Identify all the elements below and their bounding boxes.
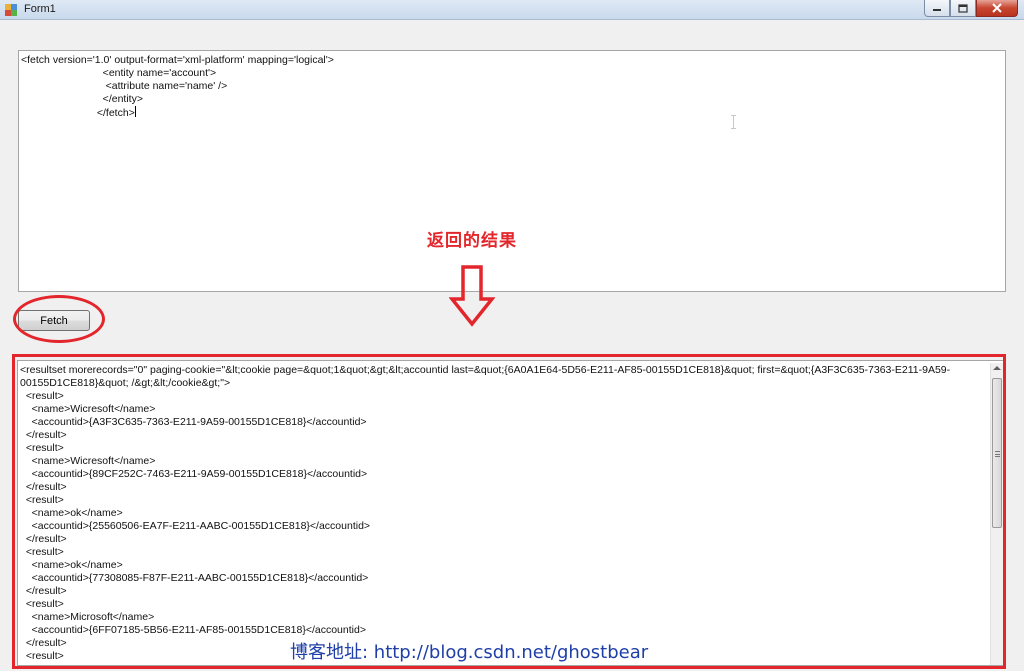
query-line: <fetch version='1.0' output-format='xml-… (21, 54, 334, 66)
query-line: </fetch> (21, 106, 136, 119)
result-line: <accountid>{6FF07185-5B56-E211-AF85-0015… (20, 624, 366, 636)
result-line: <name>ok</name> (20, 507, 123, 519)
result-line: </result> (20, 533, 67, 545)
window-controls (924, 0, 1018, 18)
result-line: <result> (20, 546, 64, 558)
scroll-thumb[interactable] (992, 378, 1002, 528)
result-line: <result> (20, 598, 64, 610)
result-line: 00155D1CE818}&quot; /&gt;&lt;/cookie&gt;… (20, 377, 231, 389)
fetch-button[interactable]: Fetch (18, 310, 90, 331)
blog-watermark: 博客地址: http://blog.csdn.net/ghostbear (290, 642, 649, 663)
app-icon (5, 4, 17, 16)
scroll-up-arrow-icon[interactable] (993, 366, 1001, 370)
ibeam-cursor-icon (731, 115, 736, 129)
minimize-icon (933, 9, 941, 11)
result-line: <accountid>{77308085-F87F-E211-AABC-0015… (20, 572, 369, 584)
result-line: <result> (20, 442, 64, 454)
query-line: <attribute name='name' /> (21, 80, 228, 92)
result-line: <name>ok</name> (20, 559, 123, 571)
text-caret-icon (134, 106, 136, 117)
result-vertical-scrollbar[interactable] (990, 363, 1003, 665)
scroll-grip-icon (995, 451, 1000, 457)
result-line: <accountid>{89CF252C-7463-E211-9A59-0015… (20, 468, 368, 480)
title-bar[interactable]: Form1 (0, 0, 1024, 20)
result-line: </result> (20, 481, 67, 493)
window-title: Form1 (24, 3, 56, 15)
fetchxml-query-textbox[interactable]: <fetch version='1.0' output-format='xml-… (18, 50, 1006, 292)
result-line: <result> (20, 390, 64, 402)
down-arrow-icon (449, 265, 495, 327)
query-text: <fetch version='1.0' output-format='xml-… (21, 54, 1003, 120)
result-line: <name>Wicresoft</name> (20, 455, 156, 467)
query-line: <entity name='account'> (21, 67, 217, 79)
result-line: <result> (20, 494, 64, 506)
result-line: </result> (20, 585, 67, 597)
annotation-label: 返回的结果 (427, 231, 517, 251)
query-line: </entity> (21, 93, 143, 105)
minimize-button[interactable] (924, 0, 950, 17)
maximize-button[interactable] (950, 0, 976, 17)
result-line: <resultset morerecords="0" paging-cookie… (20, 364, 951, 376)
result-text: <resultset morerecords="0" paging-cookie… (20, 364, 1002, 663)
form-client-area: <fetch version='1.0' output-format='xml-… (0, 21, 1024, 671)
close-button[interactable] (976, 0, 1018, 17)
maximize-icon (958, 3, 968, 13)
result-line: <name>Wicresoft</name> (20, 403, 156, 415)
result-textbox[interactable]: <resultset morerecords="0" paging-cookie… (17, 360, 1005, 666)
result-line: <accountid>{A3F3C635-7363-E211-9A59-0015… (20, 416, 367, 428)
result-line: <accountid>{25560506-EA7F-E211-AABC-0015… (20, 520, 371, 532)
result-line: <name>Microsoft</name> (20, 611, 155, 623)
close-icon (992, 3, 1002, 13)
result-line: </result> (20, 429, 67, 441)
